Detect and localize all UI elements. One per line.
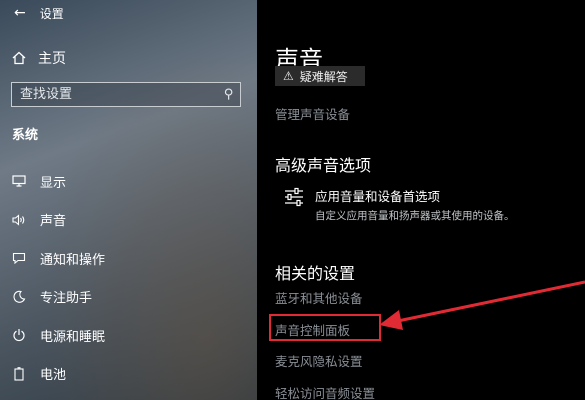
- power-icon: [13, 329, 25, 342]
- speaker-icon: [12, 214, 25, 226]
- monitor-icon: [12, 175, 26, 187]
- sidebar-item-battery[interactable]: 电池: [0, 355, 257, 394]
- search-box[interactable]: ⚲: [11, 82, 241, 107]
- mic-privacy-link[interactable]: 麦克风隐私设置: [275, 351, 363, 370]
- app-volume-preferences[interactable]: 应用音量和设备首选项 自定义应用音量和扬声器或其使用的设备。: [283, 186, 515, 223]
- troubleshoot-button[interactable]: ⚠ 疑难解答: [275, 66, 365, 86]
- sliders-icon: [285, 187, 303, 207]
- nav-list: 显示 声音 通知和操作 专注助手 电源和睡眠 电池: [0, 162, 257, 393]
- window-title: 设置: [39, 6, 64, 21]
- sidebar-item-focus-assist[interactable]: 专注助手: [0, 278, 257, 317]
- home-label: 主页: [38, 51, 66, 67]
- battery-icon: [14, 366, 24, 381]
- sidebar: ← 设置 主页 ⚲ 系统 显示 声音: [0, 0, 257, 400]
- title-bar: ← 设置: [0, 0, 257, 26]
- highlight-box: [269, 314, 381, 341]
- sidebar-item-display[interactable]: 显示: [0, 162, 257, 201]
- main-content: 声音 ⚠ 疑难解答 管理声音设备 高级声音选项 应用音量和设备首选项 自定义应用…: [257, 0, 585, 400]
- sidebar-item-label: 显示: [40, 175, 67, 191]
- notification-icon: [12, 253, 26, 265]
- app-volume-title: 应用音量和设备首选项: [315, 189, 441, 204]
- warning-icon: ⚠: [283, 69, 294, 83]
- sidebar-item-label: 声音: [40, 214, 67, 230]
- bluetooth-devices-link[interactable]: 蓝牙和其他设备: [275, 288, 363, 307]
- search-icon[interactable]: ⚲: [224, 87, 234, 102]
- home-icon: [12, 51, 26, 65]
- advanced-section-title: 高级声音选项: [275, 156, 372, 175]
- sidebar-item-power-sleep[interactable]: 电源和睡眠: [0, 316, 257, 355]
- ease-of-access-audio-link[interactable]: 轻松访问音频设置: [275, 383, 375, 400]
- troubleshoot-label: 疑难解答: [299, 69, 348, 84]
- section-label: 系统: [12, 128, 39, 143]
- sidebar-item-notifications[interactable]: 通知和操作: [0, 239, 257, 278]
- app-volume-description: 自定义应用音量和扬声器或其使用的设备。: [315, 210, 515, 222]
- sidebar-item-label: 专注助手: [40, 291, 93, 307]
- sidebar-item-sound[interactable]: 声音: [0, 201, 257, 240]
- home-nav[interactable]: 主页: [12, 48, 66, 68]
- moon-icon: [13, 290, 26, 303]
- manage-devices-link[interactable]: 管理声音设备: [275, 104, 350, 123]
- back-arrow-icon[interactable]: ←: [14, 6, 26, 20]
- sidebar-item-label: 电池: [40, 368, 67, 384]
- search-input[interactable]: [18, 86, 225, 103]
- sidebar-item-label: 通知和操作: [40, 252, 106, 268]
- sidebar-item-label: 电源和睡眠: [40, 329, 106, 345]
- related-section-title: 相关的设置: [275, 264, 356, 283]
